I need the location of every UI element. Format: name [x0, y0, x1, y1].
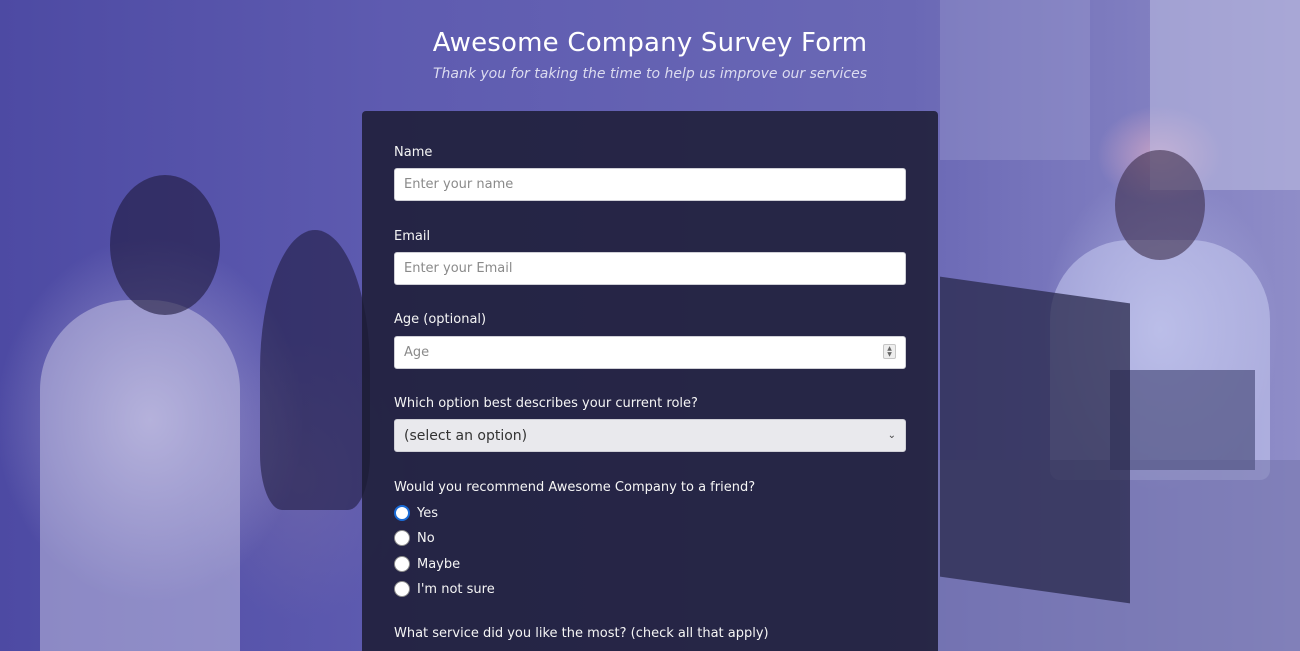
spinner-down-icon[interactable]: ▼ — [887, 351, 892, 358]
background-monitor — [940, 276, 1130, 604]
radio-button[interactable] — [394, 530, 410, 546]
radio-label: No — [417, 530, 435, 546]
radio-button[interactable] — [394, 581, 410, 597]
radio-label: I'm not sure — [417, 581, 495, 597]
radio-button[interactable] — [394, 505, 410, 521]
name-label: Name — [394, 145, 433, 160]
role-dropdown-value: (select an option) — [404, 427, 528, 444]
chevron-down-icon: ⌄ — [887, 430, 896, 441]
name-input[interactable] — [394, 168, 906, 201]
background-person — [260, 230, 370, 510]
services-label: What service did you like the most? (che… — [394, 626, 769, 641]
background-person-head — [110, 175, 220, 315]
radio-label: Yes — [417, 505, 438, 521]
recommend-label: Would you recommend Awesome Company to a… — [394, 480, 756, 495]
recommend-option-no[interactable]: No — [394, 528, 435, 548]
recommend-option-yes[interactable]: Yes — [394, 503, 438, 523]
role-dropdown[interactable]: (select an option) ⌄ — [394, 419, 906, 452]
recommend-option-not-sure[interactable]: I'm not sure — [394, 579, 495, 599]
email-label: Email — [394, 229, 431, 244]
radio-button[interactable] — [394, 556, 410, 572]
radio-label: Maybe — [417, 556, 461, 572]
page-subtitle: Thank you for taking the time to help us… — [432, 66, 868, 82]
age-input[interactable] — [394, 336, 906, 369]
recommend-option-maybe[interactable]: Maybe — [394, 554, 460, 574]
email-input[interactable] — [394, 252, 906, 285]
background-person-head — [1115, 150, 1205, 260]
age-spinner[interactable]: ▲ ▼ — [883, 344, 896, 359]
survey-form: Name Email Age (optional) ▲ ▼ Which opti… — [362, 111, 938, 651]
age-label: Age (optional) — [394, 312, 487, 327]
page-title: Awesome Company Survey Form — [432, 28, 868, 58]
background-person — [40, 300, 240, 651]
role-label: Which option best describes your current… — [394, 396, 698, 411]
background-laptop — [1110, 370, 1255, 470]
